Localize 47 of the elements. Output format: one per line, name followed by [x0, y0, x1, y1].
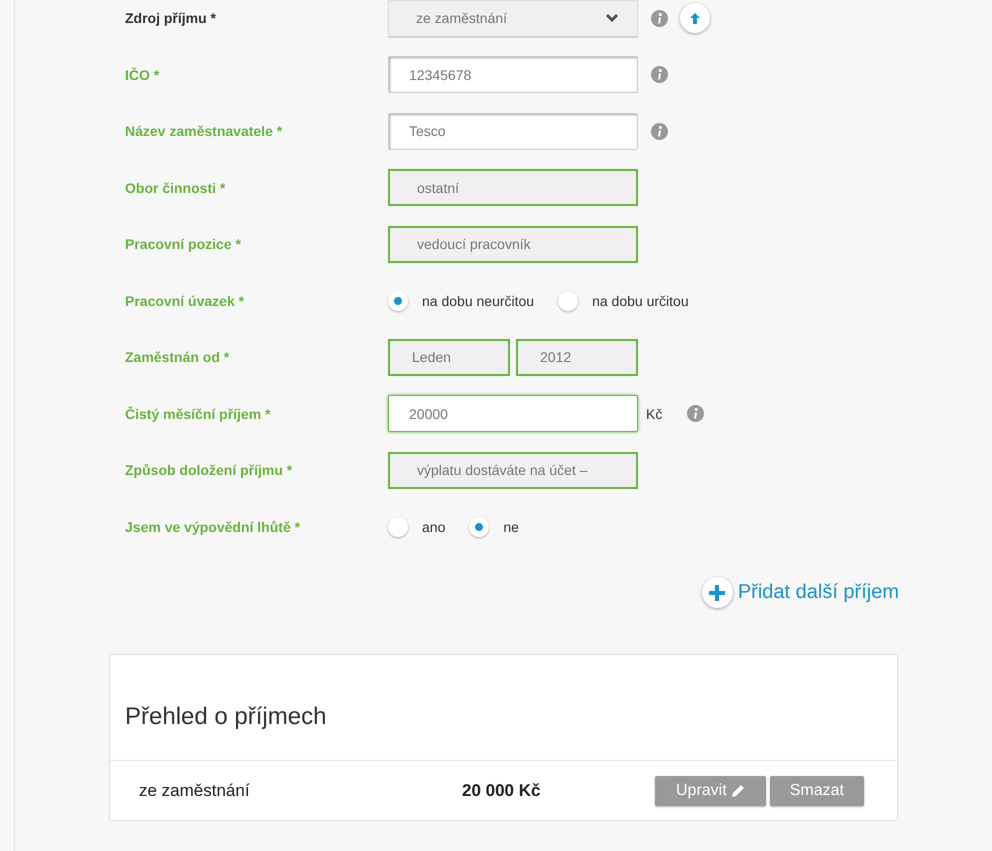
field-label: IČO * — [124, 66, 160, 83]
info-icon[interactable] — [687, 405, 704, 422]
radio-button[interactable] — [388, 290, 408, 311]
radio-option[interactable]: na dobu neurčitou — [388, 290, 534, 311]
field-label: Pracovní úvazek * — [124, 292, 246, 309]
income-source: ze zaměstnání — [139, 781, 251, 801]
delete-button[interactable]: Smazat — [770, 776, 864, 806]
select-field[interactable]: ostatní — [388, 169, 638, 206]
field-label: Název zaměstnavatele * — [124, 123, 284, 140]
field-label: Zaměstnán od * — [124, 349, 230, 366]
field-label: Zdroj příjmu * — [124, 10, 217, 26]
input-field[interactable]: 12345678 — [388, 56, 638, 94]
scroll-up-button[interactable] — [680, 3, 710, 34]
input-field[interactable]: 20000 — [388, 395, 638, 432]
select-field[interactable]: 2012 — [516, 338, 638, 376]
card-title: Přehled o příjmech — [110, 655, 897, 761]
select-field[interactable]: vedoucí pracovník — [388, 226, 638, 263]
unit-label: Kč — [646, 406, 662, 422]
info-icon[interactable] — [651, 122, 668, 140]
field-label: Způsob doložení příjmu * — [124, 462, 294, 478]
info-icon[interactable] — [651, 66, 668, 84]
radio-button[interactable] — [558, 290, 578, 311]
radio-button[interactable] — [388, 516, 408, 537]
arrow-up-icon — [689, 12, 701, 25]
radio-label: na dobu určitou — [592, 292, 689, 309]
radio-label: na dobu neurčitou — [422, 292, 534, 309]
radio-option[interactable]: ne — [469, 516, 519, 537]
radio-option[interactable]: ano — [388, 516, 446, 537]
field-label: Obor činnosti * — [124, 180, 226, 196]
field-label: Jsem ve výpovědní lhůtě * — [124, 518, 302, 535]
select-field[interactable]: výplatu dostáváte na účet – — [388, 452, 638, 489]
radio-option[interactable]: na dobu určitou — [558, 290, 689, 311]
info-icon[interactable] — [651, 10, 668, 27]
income-amount: 20 000 Kč — [462, 781, 542, 801]
field-label: Čistý měsíční příjem * — [124, 406, 272, 422]
radio-label: ne — [503, 518, 519, 535]
radio-label: ano — [422, 518, 446, 535]
input-field[interactable]: Tesco — [388, 112, 638, 150]
select-field[interactable]: ze zaměstnání — [388, 0, 638, 37]
add-income-link[interactable]: Přidat další příjem — [702, 577, 899, 608]
edit-button[interactable]: Upravit — [655, 776, 766, 806]
pencil-icon — [730, 784, 745, 798]
radio-button[interactable] — [469, 516, 490, 537]
chevron-down-icon — [605, 13, 619, 24]
field-label: Pracovní pozice * — [124, 236, 242, 252]
plus-icon — [709, 584, 726, 600]
select-field[interactable]: Leden — [388, 338, 510, 376]
